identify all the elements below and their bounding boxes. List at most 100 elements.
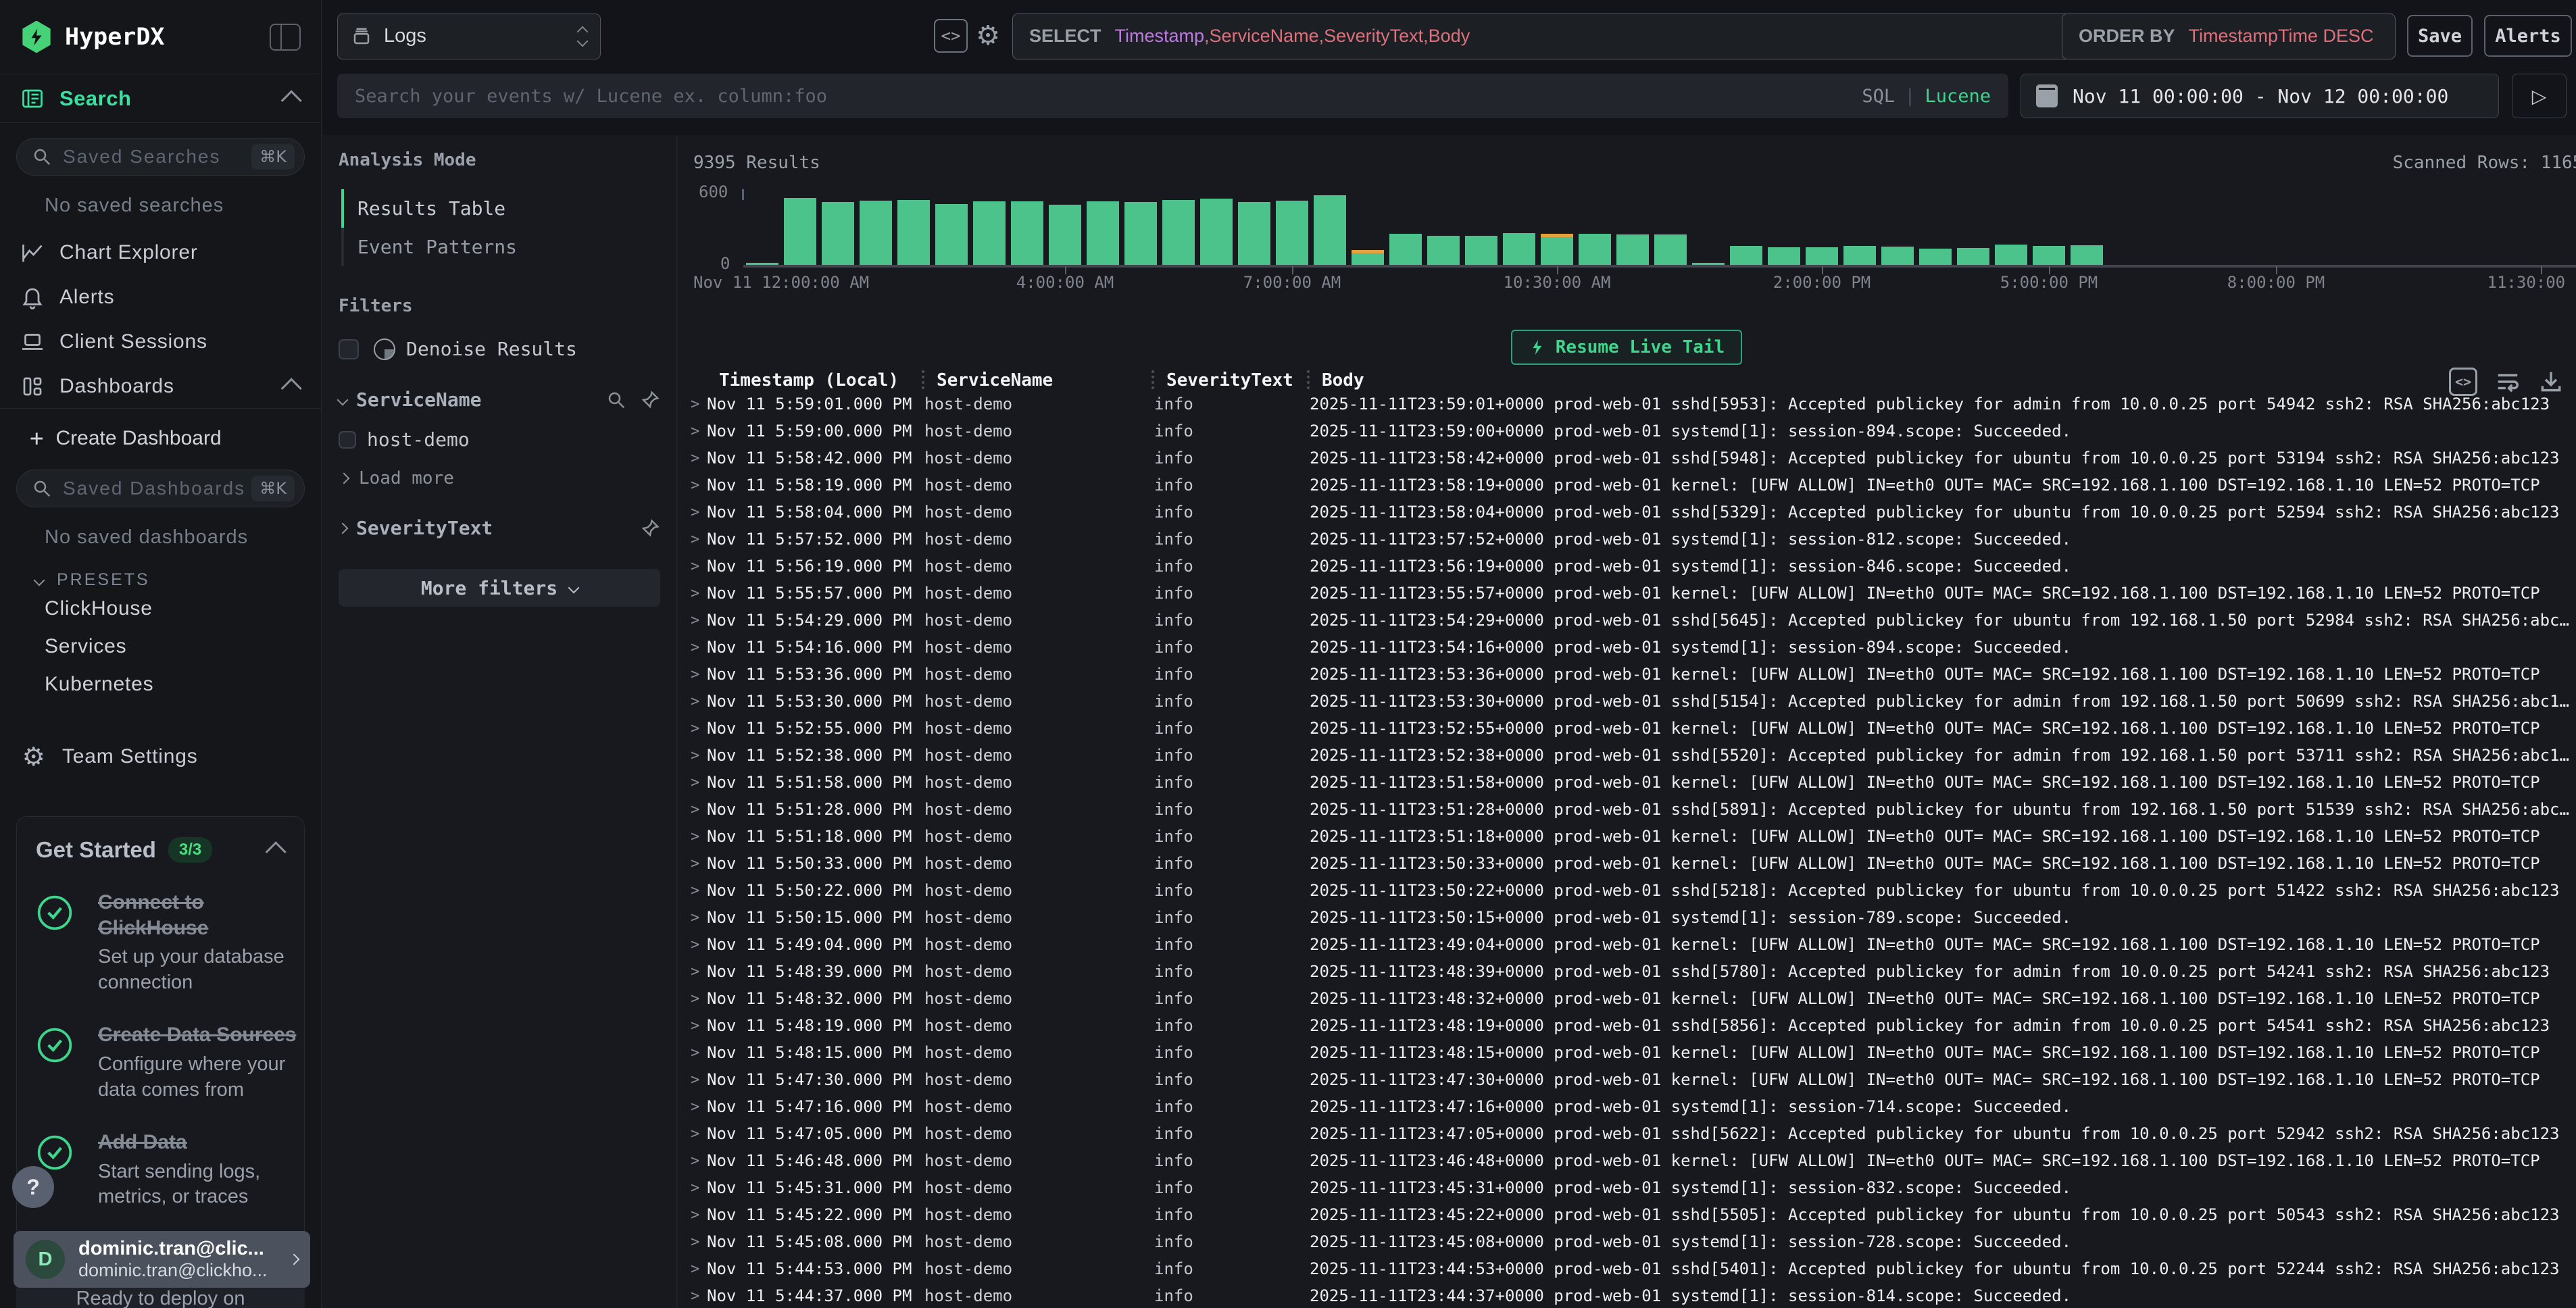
table-row[interactable]: >Nov 11 5:47:30.000 PMhost-demoinfo2025-… [677, 1066, 2576, 1093]
histogram-bar[interactable] [1806, 247, 1838, 265]
table-row[interactable]: >Nov 11 5:51:28.000 PMhost-demoinfo2025-… [677, 796, 2576, 823]
column-resize-handle[interactable] [1307, 370, 1310, 389]
histogram-bar[interactable] [822, 202, 854, 265]
checkbox[interactable] [339, 431, 356, 449]
table-row[interactable]: >Nov 11 5:49:04.000 PMhost-demoinfo2025-… [677, 931, 2576, 958]
histogram-bar[interactable] [1503, 233, 1535, 265]
table-row[interactable]: >Nov 11 5:53:36.000 PMhost-demoinfo2025-… [677, 661, 2576, 688]
lucene-mode-toggle[interactable]: Lucene [1925, 86, 1991, 107]
histogram-bar[interactable] [935, 204, 968, 265]
table-row[interactable]: >Nov 11 5:45:22.000 PMhost-demoinfo2025-… [677, 1201, 2576, 1228]
denoise-results-toggle[interactable]: Denoise Results [339, 338, 660, 360]
histogram-bar[interactable] [1616, 234, 1649, 265]
preset-clickhouse[interactable]: ClickHouse [0, 590, 321, 628]
histogram-bar[interactable] [1654, 234, 1687, 265]
order-by-input[interactable]: ORDER BY TimestampTime DESC [2062, 14, 2396, 59]
histogram-bar[interactable] [1389, 234, 1422, 265]
table-row[interactable]: >Nov 11 5:45:31.000 PMhost-demoinfo2025-… [677, 1174, 2576, 1201]
table-row[interactable]: >Nov 11 5:46:48.000 PMhost-demoinfo2025-… [677, 1147, 2576, 1174]
create-dashboard-button[interactable]: + Create Dashboard [0, 409, 321, 455]
source-select[interactable]: Logs [337, 14, 601, 59]
pin-icon[interactable] [640, 518, 660, 538]
table-row[interactable]: >Nov 11 5:58:19.000 PMhost-demoinfo2025-… [677, 472, 2576, 499]
histogram-bar[interactable] [1995, 245, 2027, 265]
table-row[interactable]: >Nov 11 5:48:39.000 PMhost-demoinfo2025-… [677, 958, 2576, 985]
presets-toggle[interactable]: PRESETS [0, 553, 321, 590]
histogram-bar[interactable] [784, 198, 816, 265]
histogram-bar[interactable] [1162, 200, 1195, 265]
table-row[interactable]: >Nov 11 5:59:00.000 PMhost-demoinfo2025-… [677, 418, 2576, 445]
source-settings-gear-icon[interactable]: ⚙ [970, 17, 1006, 55]
histogram-bar[interactable] [1314, 195, 1346, 265]
mode-event-patterns[interactable]: Event Patterns [341, 228, 660, 266]
column-header-servicename[interactable]: ServiceName [937, 370, 1053, 391]
onboarding-step-connect[interactable]: Connect to ClickHouse Set up your databa… [36, 890, 285, 995]
checkbox[interactable] [339, 339, 359, 359]
table-row[interactable]: >Nov 11 5:48:15.000 PMhost-demoinfo2025-… [677, 1039, 2576, 1066]
histogram-bar[interactable] [1049, 205, 1081, 265]
table-row[interactable]: >Nov 11 5:44:37.000 PMhost-demoinfo2025-… [677, 1282, 2576, 1308]
preset-services[interactable]: Services [0, 628, 321, 665]
table-row[interactable]: >Nov 11 5:47:05.000 PMhost-demoinfo2025-… [677, 1120, 2576, 1147]
table-row[interactable]: >Nov 11 5:50:15.000 PMhost-demoinfo2025-… [677, 904, 2576, 931]
histogram-bar[interactable] [1276, 201, 1308, 265]
table-row[interactable]: >Nov 11 5:52:38.000 PMhost-demoinfo2025-… [677, 742, 2576, 769]
histogram-bar[interactable] [1730, 246, 1762, 265]
table-row[interactable]: >Nov 11 5:48:32.000 PMhost-demoinfo2025-… [677, 985, 2576, 1012]
edit-sql-icon[interactable]: <> [934, 19, 968, 53]
table-row[interactable]: >Nov 11 5:45:08.000 PMhost-demoinfo2025-… [677, 1228, 2576, 1255]
run-search-button[interactable]: ▷ [2512, 74, 2567, 118]
events-histogram[interactable]: 600 0 Nov 11 12:00:00 AM4:00:00 AM7:00:0… [743, 189, 2561, 266]
sidebar-item-alerts[interactable]: Alerts [0, 275, 321, 320]
facet-servicename[interactable]: ServiceName [339, 388, 660, 411]
chevron-up-icon[interactable] [266, 841, 287, 862]
table-row[interactable]: >Nov 11 5:57:52.000 PMhost-demoinfo2025-… [677, 526, 2576, 553]
column-resize-handle[interactable] [922, 370, 924, 389]
alerts-button[interactable]: Alerts [2484, 15, 2572, 57]
histogram-bar[interactable] [1238, 202, 1270, 265]
pin-icon[interactable] [640, 390, 660, 410]
user-account-button[interactable]: D dominic.tran@clic... dominic.tran@clic… [14, 1231, 310, 1288]
sidebar-item-team-settings[interactable]: ⚙ Team Settings [0, 734, 321, 779]
histogram-bar[interactable] [1124, 202, 1157, 265]
table-row[interactable]: >Nov 11 5:56:19.000 PMhost-demoinfo2025-… [677, 553, 2576, 580]
histogram-bar[interactable] [2071, 245, 2103, 265]
facet-value-host-demo[interactable]: host-demo [339, 428, 660, 451]
resume-live-tail-button[interactable]: Resume Live Tail [1511, 330, 1742, 365]
histogram-bar[interactable] [1579, 234, 1611, 265]
table-row[interactable]: >Nov 11 5:54:16.000 PMhost-demoinfo2025-… [677, 634, 2576, 661]
preset-kubernetes[interactable]: Kubernetes [0, 665, 321, 703]
more-filters-button[interactable]: More filters [339, 569, 660, 607]
help-button[interactable]: ? [12, 1166, 54, 1208]
histogram-bar[interactable] [1200, 199, 1233, 265]
table-row[interactable]: >Nov 11 5:53:30.000 PMhost-demoinfo2025-… [677, 688, 2576, 715]
sidebar-item-dashboards[interactable]: Dashboards [0, 364, 321, 409]
histogram-bar[interactable] [1427, 236, 1460, 265]
time-range-picker[interactable]: Nov 11 00:00:00 - Nov 12 00:00:00 [2021, 74, 2499, 118]
sidebar-item-search[interactable]: Search [0, 74, 321, 123]
table-row[interactable]: >Nov 11 5:54:29.000 PMhost-demoinfo2025-… [677, 607, 2576, 634]
load-more-button[interactable]: Load more [340, 468, 660, 488]
histogram-bar[interactable] [897, 200, 930, 265]
histogram-bar[interactable] [1843, 246, 1876, 265]
select-clause-input[interactable]: SELECT Timestamp,ServiceName,SeverityTex… [1012, 14, 2245, 59]
sidebar-item-chart-explorer[interactable]: Chart Explorer [0, 230, 321, 275]
table-row[interactable]: >Nov 11 5:51:58.000 PMhost-demoinfo2025-… [677, 769, 2576, 796]
table-row[interactable]: >Nov 11 5:50:33.000 PMhost-demoinfo2025-… [677, 850, 2576, 877]
table-row[interactable]: >Nov 11 5:58:04.000 PMhost-demoinfo2025-… [677, 499, 2576, 526]
onboarding-step-add-data[interactable]: Add Data Start sending logs, metrics, or… [36, 1130, 285, 1210]
histogram-bar[interactable] [1919, 249, 1952, 265]
sql-mode-toggle[interactable]: SQL [1862, 86, 1895, 107]
column-resize-handle[interactable] [1151, 370, 1154, 389]
histogram-bar[interactable] [1957, 248, 1989, 265]
table-row[interactable]: >Nov 11 5:47:16.000 PMhost-demoinfo2025-… [677, 1093, 2576, 1120]
table-row[interactable]: >Nov 11 5:51:18.000 PMhost-demoinfo2025-… [677, 823, 2576, 850]
table-row[interactable]: >Nov 11 5:58:42.000 PMhost-demoinfo2025-… [677, 445, 2576, 472]
onboarding-step-sources[interactable]: Create Data Sources Configure where your… [36, 1022, 285, 1103]
facet-severitytext[interactable]: SeverityText [339, 517, 660, 539]
facet-search-icon[interactable] [606, 390, 626, 410]
event-search-input[interactable]: Search your events w/ Lucene ex. column:… [337, 74, 2008, 118]
table-row[interactable]: >Nov 11 5:55:57.000 PMhost-demoinfo2025-… [677, 580, 2576, 607]
histogram-bar[interactable] [1465, 236, 1497, 265]
histogram-bar[interactable] [1011, 201, 1043, 265]
